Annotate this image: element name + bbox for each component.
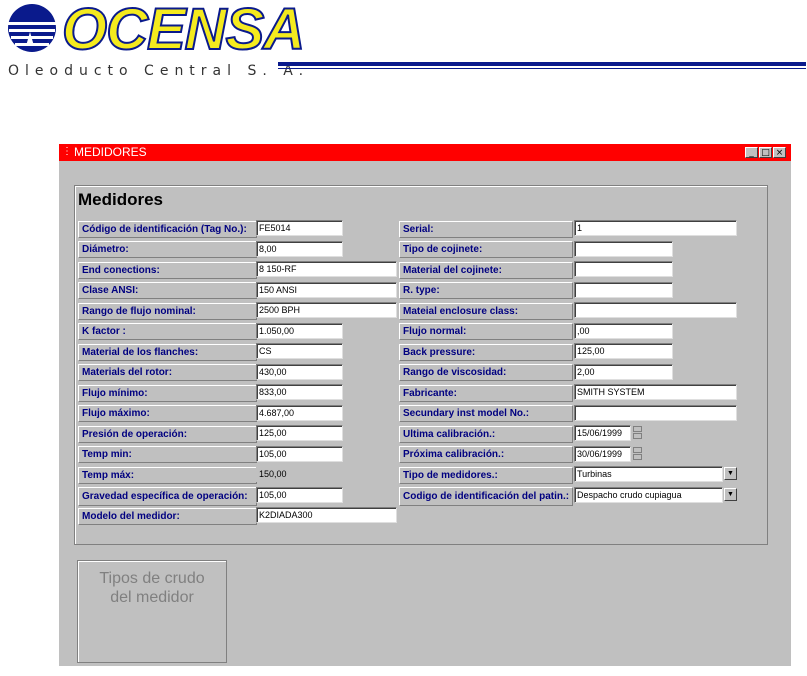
flujo-maximo-input[interactable]: 4.687,00 xyxy=(256,405,343,421)
close-button[interactable]: × xyxy=(773,147,786,158)
material-cojinete-input[interactable] xyxy=(574,261,673,277)
logo-divider xyxy=(278,62,806,66)
label-back-pressure: Back pressure: xyxy=(399,344,573,361)
gravedad-especifica-input[interactable]: 105,00 xyxy=(256,487,343,503)
tipos-de-crudo-button[interactable]: Tipos de crudo del medidor xyxy=(77,560,227,663)
temp-max-input[interactable]: 150,00 xyxy=(256,466,343,482)
label-rango-viscosidad: Rango de viscosidad: xyxy=(399,364,573,381)
logo-subtitle: Oleoducto Central S. A. xyxy=(8,63,310,79)
ocensa-logo-text: OCENSA xyxy=(61,0,306,62)
end-conections-input[interactable]: 8 150-RF xyxy=(256,261,397,277)
label-fabricante: Fabricante: xyxy=(399,385,573,402)
label-k-factor: K factor : xyxy=(78,323,257,340)
ocensa-globe-logo xyxy=(8,4,56,52)
temp-min-input[interactable]: 105,00 xyxy=(256,446,343,462)
spin-down-icon[interactable] xyxy=(633,433,642,439)
spin-down-icon[interactable] xyxy=(633,454,642,460)
clase-ansi-input[interactable]: 150 ANSI xyxy=(256,282,397,298)
chevron-down-icon[interactable]: ▼ xyxy=(724,488,737,501)
label-tipo-medidores: Tipo de medidores.: xyxy=(399,467,573,484)
proxima-calibracion-input[interactable]: 30/06/1999 xyxy=(574,446,631,462)
codigo-patin-select[interactable]: Despacho crudo cupiagua xyxy=(574,487,723,503)
flujo-minimo-input[interactable]: 833,00 xyxy=(256,384,343,400)
presion-operacion-input[interactable]: 125,00 xyxy=(256,425,343,441)
spin-up-icon[interactable] xyxy=(633,426,642,432)
rango-flujo-nominal-input[interactable]: 2500 BPH xyxy=(256,302,397,318)
enclosure-class-input[interactable] xyxy=(574,302,737,318)
flujo-normal-input[interactable]: ,00 xyxy=(574,323,673,339)
label-presion-operacion: Presión de operación: xyxy=(78,426,257,443)
proxima-calibracion-spinner[interactable] xyxy=(633,447,642,461)
tipo-cojinete-input[interactable] xyxy=(574,241,673,257)
tipos-button-line2: del medidor xyxy=(110,589,194,606)
spin-up-icon[interactable] xyxy=(633,447,642,453)
window-title: MEDIDORES xyxy=(74,145,147,159)
diametro-input[interactable]: 8,00 xyxy=(256,241,343,257)
r-type-input[interactable] xyxy=(574,282,673,298)
form-heading: Medidores xyxy=(78,190,164,209)
maximize-button[interactable]: □ xyxy=(759,147,772,158)
modelo-medidor-input[interactable]: K2DIADA300 xyxy=(256,507,397,523)
ultima-calibracion-spinner[interactable] xyxy=(633,426,642,440)
chevron-down-icon[interactable]: ▼ xyxy=(724,467,737,480)
secundary-inst-model-input[interactable] xyxy=(574,405,737,421)
rango-viscosidad-input[interactable]: 2,00 xyxy=(574,364,673,380)
serial-input[interactable]: 1 xyxy=(574,220,737,236)
label-rango-flujo-nominal: Rango de flujo nominal: xyxy=(78,303,257,320)
window-titlebar[interactable]: ⋮ MEDIDORES _ □ × xyxy=(59,144,791,161)
label-r-type: R. type: xyxy=(399,282,573,299)
ultima-calibracion-input[interactable]: 15/06/1999 xyxy=(574,425,631,441)
fabricante-input[interactable]: SMITH SYSTEM xyxy=(574,384,737,400)
label-flujo-maximo: Flujo máximo: xyxy=(78,405,257,422)
label-material-flanches: Material de los flanches: xyxy=(78,344,257,361)
logo-divider-thin xyxy=(278,68,806,69)
minimize-button[interactable]: _ xyxy=(745,147,758,158)
label-codigo-patin: Codigo de identificación del patin.: xyxy=(399,487,573,506)
label-gravedad-especifica: Gravedad específica de operación: xyxy=(78,487,257,506)
label-secundary-inst-model: Secundary inst model No.: xyxy=(399,405,573,422)
label-flujo-minimo: Flujo mínimo: xyxy=(78,385,257,402)
medidores-window: ⋮ MEDIDORES _ □ × Medidores Código de id… xyxy=(59,144,791,666)
label-clase-ansi: Clase ANSI: xyxy=(78,282,257,299)
label-temp-min: Temp min: xyxy=(78,446,257,463)
window-menu-icon[interactable]: ⋮ xyxy=(62,147,72,157)
label-tipo-cojinete: Tipo de cojinete: xyxy=(399,241,573,258)
material-flanches-input[interactable]: CS xyxy=(256,343,343,359)
label-serial: Serial: xyxy=(399,221,573,238)
label-ultima-calibracion: Ultima calibración.: xyxy=(399,426,573,443)
label-temp-max: Temp máx: xyxy=(78,467,257,484)
k-factor-input[interactable]: 1.050,00 xyxy=(256,323,343,339)
tag-no-input[interactable]: FE5014 xyxy=(256,220,343,236)
label-flujo-normal: Flujo normal: xyxy=(399,323,573,340)
tipo-medidores-select[interactable]: Turbinas xyxy=(574,466,723,482)
label-enclosure-class: Mateial enclosure class: xyxy=(399,303,573,320)
materials-rotor-input[interactable]: 430,00 xyxy=(256,364,343,380)
back-pressure-input[interactable]: 125,00 xyxy=(574,343,673,359)
tipos-button-line1: Tipos de crudo xyxy=(99,570,205,587)
label-material-cojinete: Material del cojinete: xyxy=(399,262,573,279)
label-modelo-medidor: Modelo del medidor: xyxy=(78,508,257,525)
label-end-conections: End conections: xyxy=(78,262,257,279)
label-tag-no: Código de identificación (Tag No.): xyxy=(78,221,257,238)
label-diametro: Diámetro: xyxy=(78,241,257,258)
label-proxima-calibracion: Próxima calibración.: xyxy=(399,446,573,463)
label-materials-rotor: Materials del rotor: xyxy=(78,364,257,381)
